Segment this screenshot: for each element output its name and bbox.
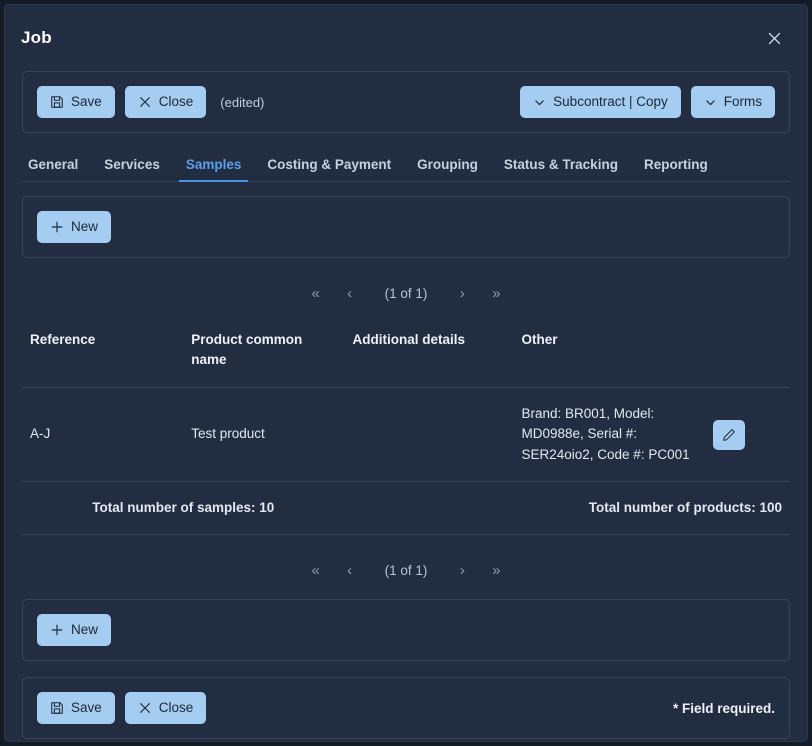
tab-general[interactable]: General <box>22 157 91 181</box>
pagination-top: « ‹ (1 of 1) › » <box>22 280 790 306</box>
total-samples: Total number of samples: 10 <box>22 480 345 536</box>
pager-prev-bottom[interactable]: ‹ <box>335 557 365 583</box>
close-button-footer[interactable]: Close <box>124 692 207 725</box>
plus-icon <box>50 623 64 637</box>
close-icon-small <box>138 701 152 715</box>
pager-last-top[interactable]: » <box>481 280 511 306</box>
column-header-additional-details: Additional details <box>352 332 466 347</box>
forms-label: Forms <box>723 94 762 110</box>
cell-additional-details <box>344 387 514 482</box>
job-dialog: Job Save Close (edited) Subcontract | Co… <box>4 4 808 742</box>
pager-first-bottom[interactable]: « <box>301 557 331 583</box>
tab-status-tracking[interactable]: Status & Tracking <box>491 157 631 181</box>
pager-last-bottom[interactable]: » <box>481 557 511 583</box>
table-header-row: Reference Product common name Additional… <box>22 320 790 388</box>
dialog-titlebar: Job <box>5 5 807 71</box>
column-header-other: Other <box>521 332 558 347</box>
column-header-actions <box>705 320 790 388</box>
field-required-note: * Field required. <box>672 700 775 716</box>
new-sample-panel-bottom: New <box>22 599 790 662</box>
new-button-top[interactable]: New <box>37 211 112 243</box>
chevron-down-icon <box>533 96 546 109</box>
tab-grouping[interactable]: Grouping <box>404 157 491 181</box>
pager-first-top[interactable]: « <box>301 280 331 306</box>
toolbar-right-group: Subcontract | Copy Forms <box>520 86 775 118</box>
subcontract-copy-label: Subcontract | Copy <box>553 94 668 110</box>
samples-table: Reference Product common name Additional… <box>22 320 790 536</box>
column-header-reference: Reference <box>30 332 96 347</box>
close-icon-small <box>138 95 152 109</box>
edit-row-button[interactable] <box>713 419 746 450</box>
new-button-top-label: New <box>71 219 99 235</box>
save-icon <box>50 95 64 109</box>
new-button-bottom-label: New <box>71 622 99 638</box>
new-sample-panel-top: New <box>22 196 790 258</box>
close-icon[interactable] <box>761 25 787 51</box>
table-row[interactable]: A-J Test product Brand: BR001, Model: MD… <box>22 387 790 482</box>
cell-product-common-name: Test product <box>183 387 345 482</box>
save-button-footer-label: Save <box>71 700 102 716</box>
chevron-down-icon <box>704 96 717 109</box>
close-button-footer-label: Close <box>158 700 194 716</box>
total-products: Total number of products: 100 <box>344 480 790 536</box>
toolbar: Save Close (edited) Subcontract | Copy F… <box>22 71 790 133</box>
pager-label-top: (1 of 1) <box>384 285 428 301</box>
save-button-footer[interactable]: Save <box>37 692 115 725</box>
close-button[interactable]: Close <box>124 86 207 118</box>
cell-reference: A-J <box>22 387 184 482</box>
pagination-bottom: « ‹ (1 of 1) › » <box>22 557 790 583</box>
pager-next-bottom[interactable]: › <box>447 557 477 583</box>
tab-costing-payment[interactable]: Costing & Payment <box>254 157 404 181</box>
pager-next-top[interactable]: › <box>447 280 477 306</box>
save-icon <box>50 701 64 715</box>
save-button-label: Save <box>71 94 102 110</box>
edited-indicator: (edited) <box>220 94 265 110</box>
tab-samples[interactable]: Samples <box>173 157 255 182</box>
close-button-label: Close <box>158 94 194 110</box>
new-button-bottom[interactable]: New <box>37 614 112 647</box>
page-title: Job <box>21 28 52 47</box>
column-header-product-common-name: Product common name <box>191 332 303 367</box>
pager-label-bottom: (1 of 1) <box>384 562 428 578</box>
tab-bar: General Services Samples Costing & Payme… <box>22 147 790 182</box>
plus-icon <box>50 220 64 234</box>
dialog-footer: Save Close * Field required. <box>22 677 790 740</box>
table-totals-row: Total number of samples: 10 Total number… <box>22 480 790 536</box>
cell-other: Brand: BR001, Model: MD0988e, Serial #: … <box>513 387 706 482</box>
pager-prev-top[interactable]: ‹ <box>335 280 365 306</box>
pencil-icon <box>722 428 736 442</box>
tab-services[interactable]: Services <box>91 157 173 181</box>
save-button[interactable]: Save <box>37 86 115 118</box>
cell-actions <box>705 387 790 482</box>
tab-reporting[interactable]: Reporting <box>631 157 721 181</box>
samples-table-region: « ‹ (1 of 1) › » Reference Product commo… <box>22 280 790 583</box>
forms-button[interactable]: Forms <box>690 86 775 118</box>
subcontract-copy-button[interactable]: Subcontract | Copy <box>520 86 681 118</box>
